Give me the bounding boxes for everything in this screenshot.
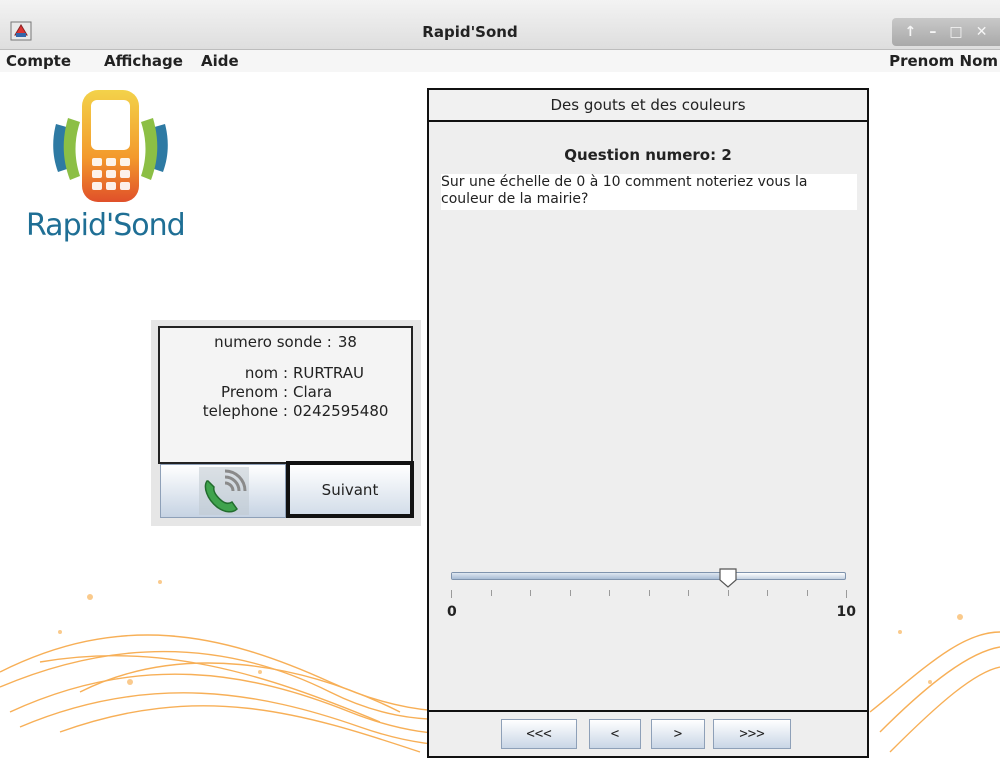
contact-row-nom: nom : RURTRAU <box>160 364 415 382</box>
window-title: Rapid'Sond <box>422 23 518 41</box>
nom-value: RURTRAU <box>293 364 364 382</box>
slider-track[interactable] <box>451 572 846 580</box>
contact-row-telephone: telephone : 0242595480 <box>160 402 415 420</box>
slider-tick <box>727 590 729 596</box>
sonde-label: numero sonde : <box>214 333 332 351</box>
telephone-label: telephone : <box>202 402 288 420</box>
user-menu[interactable]: Prenom Nom <box>889 52 998 70</box>
rating-slider[interactable]: 0 10 <box>447 568 856 628</box>
slider-tick <box>530 590 531 596</box>
slider-tick <box>490 590 492 596</box>
first-question-button[interactable]: <<< <box>501 719 577 749</box>
menu-bar: Compte Affichage Aide Prenom Nom <box>0 50 1000 72</box>
previous-question-button[interactable]: < <box>589 719 641 749</box>
slider-tick <box>846 590 847 598</box>
contact-panel: numero sonde : 38 nom : RURTRAU Prenom :… <box>151 320 421 526</box>
slider-tick <box>688 590 689 596</box>
question-navigation: <<< < > >>> <box>429 710 867 756</box>
next-question-button[interactable]: > <box>651 719 705 749</box>
prenom-value: Clara <box>293 383 333 401</box>
slider-tick <box>806 590 808 596</box>
slider-thumb[interactable] <box>718 568 737 588</box>
phone-icon <box>199 467 249 515</box>
next-button[interactable]: Suivant <box>286 461 414 518</box>
window-titlebar[interactable]: Rapid'Sond ↑ – □ ✕ <box>0 0 1000 50</box>
call-button[interactable] <box>160 464 286 518</box>
sonde-number: 38 <box>337 333 357 351</box>
contact-actions: Suivant <box>158 461 414 518</box>
slider-tick <box>767 590 768 596</box>
slider-tick <box>451 590 452 598</box>
contact-row-prenom: Prenom : Clara <box>160 383 415 401</box>
slider-tick <box>569 590 571 596</box>
survey-title: Des gouts et des couleurs <box>429 90 867 122</box>
slider-max-label: 10 <box>836 604 856 620</box>
last-question-button[interactable]: >>> <box>713 719 791 749</box>
main-area: Rapid'Sond numero sonde : 38 nom : RURTR… <box>0 72 1000 758</box>
slider-tick <box>609 590 610 596</box>
slider-min-label: 0 <box>447 604 457 620</box>
window-controls: ↑ – □ ✕ <box>892 18 1000 46</box>
menu-compte[interactable]: Compte <box>6 52 71 70</box>
rapidsond-logo-icon <box>53 90 168 202</box>
question-text: Sur une échelle de 0 à 10 comment noteri… <box>441 174 857 210</box>
prenom-label: Prenom : <box>221 383 288 401</box>
contact-info: nom : RURTRAU Prenom : Clara telephone :… <box>158 356 413 464</box>
logo-text: Rapid'Sond <box>26 208 186 243</box>
close-icon[interactable]: ✕ <box>976 24 988 40</box>
menu-aide[interactable]: Aide <box>201 52 239 70</box>
minimize-icon[interactable]: – <box>929 24 936 40</box>
sonde-number-header: numero sonde : 38 <box>158 326 413 358</box>
nom-label: nom : <box>244 364 288 382</box>
restore-icon[interactable]: □ <box>949 24 962 40</box>
slider-fill <box>452 573 729 579</box>
telephone-value: 0242595480 <box>293 402 389 420</box>
maximize-up-icon[interactable]: ↑ <box>905 24 917 40</box>
slider-tick <box>648 590 650 596</box>
survey-panel: Des gouts et des couleurs Question numer… <box>427 88 869 758</box>
menu-affichage[interactable]: Affichage <box>104 52 183 70</box>
question-number: Question numero: 2 <box>564 146 732 164</box>
